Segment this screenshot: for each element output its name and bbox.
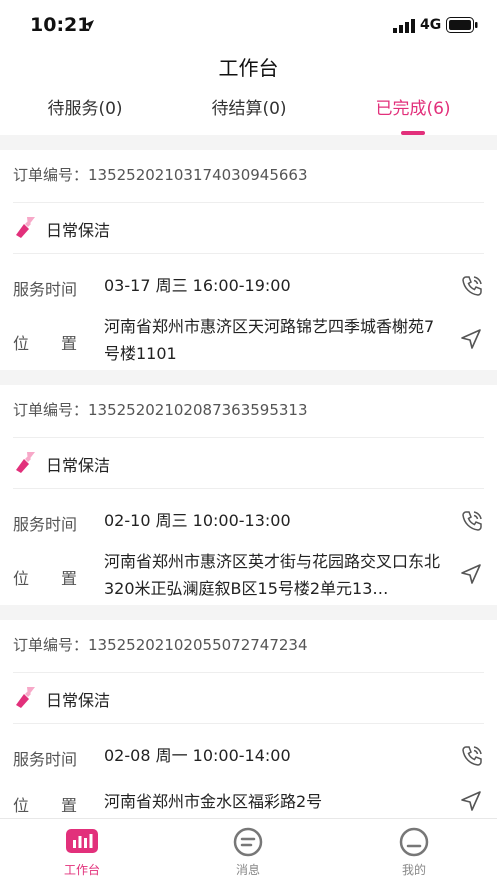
- battery-icon: [446, 17, 478, 33]
- service-row: 日常保洁: [0, 438, 497, 488]
- service-name: 日常保洁: [46, 691, 111, 710]
- service-name: 日常保洁: [46, 221, 111, 240]
- header: 工作台 待服务(0) 待结算(0) 已完成(6): [0, 50, 497, 135]
- nav-label: 消息: [235, 863, 260, 877]
- service-time-value: 02-08 周一 10:00-14:00: [104, 746, 291, 765]
- profile-icon: [399, 827, 429, 857]
- divider: [13, 488, 484, 489]
- message-icon: [233, 827, 263, 857]
- nav-label: 我的: [401, 863, 426, 877]
- nav-messages[interactable]: 消息: [188, 819, 308, 884]
- phone-icon[interactable]: [460, 274, 484, 298]
- service-row: 日常保洁: [0, 673, 497, 723]
- address-value: 河南省郑州市金水区福彩路2号: [104, 792, 323, 811]
- divider: [13, 253, 484, 254]
- network-type: 4G: [420, 17, 442, 33]
- broom-icon: [16, 687, 35, 708]
- broom-icon: [16, 452, 35, 473]
- order-number: 订单编号：13525202102087363595313: [13, 401, 308, 419]
- location-label: 位置: [13, 796, 110, 815]
- phone-icon[interactable]: [460, 744, 484, 768]
- bottom-nav: 工作台 消息 我的: [0, 818, 497, 884]
- navigate-icon[interactable]: [460, 563, 482, 585]
- status-time: 10:21: [30, 14, 91, 36]
- location-label: 位置: [13, 569, 110, 588]
- nav-profile[interactable]: 我的: [354, 819, 474, 884]
- location-arrow-icon: [84, 20, 94, 30]
- phone-icon[interactable]: [460, 509, 484, 533]
- address-value: 河南省郑州市惠济区英才街与花园路交叉口东北320米正弘澜庭叙B区15号楼2单元1…: [104, 552, 441, 598]
- broom-icon: [16, 217, 35, 238]
- nav-label: 工作台: [63, 863, 100, 877]
- location-label: 位置: [13, 334, 110, 353]
- divider: [13, 723, 484, 724]
- service-time-label: 服务时间: [13, 280, 78, 299]
- tab-pending-service[interactable]: 待服务(0): [10, 94, 160, 119]
- status-bar: 10:21 4G: [0, 0, 497, 50]
- order-number-row: 订单编号：13525202103174030945663: [0, 150, 497, 202]
- address-value: 河南省郑州市惠济区天河路锦艺四季城香榭苑7号楼1101: [104, 317, 435, 363]
- service-row: 日常保洁: [0, 203, 497, 253]
- order-number: 订单编号：13525202102055072747234: [13, 636, 308, 654]
- order-number-row: 订单编号：13525202102055072747234: [0, 620, 497, 672]
- service-time-label: 服务时间: [13, 750, 78, 769]
- service-time-value: 02-10 周三 10:00-13:00: [104, 511, 291, 530]
- order-card[interactable]: 订单编号：13525202103174030945663 日常保洁 服务时间 0…: [0, 150, 497, 370]
- tab-pending-settlement[interactable]: 待结算(0): [174, 94, 324, 119]
- navigate-icon[interactable]: [460, 790, 482, 812]
- service-time-label: 服务时间: [13, 515, 78, 534]
- order-number-row: 订单编号：13525202102087363595313: [0, 385, 497, 437]
- signal-icon: [393, 19, 415, 33]
- nav-workbench[interactable]: 工作台: [22, 819, 142, 884]
- page-title: 工作台: [218, 56, 279, 80]
- order-card[interactable]: 订单编号：13525202102055072747234 日常保洁 服务时间 0…: [0, 620, 497, 818]
- workbench-icon: [66, 829, 98, 853]
- order-card[interactable]: 订单编号：13525202102087363595313 日常保洁 服务时间 0…: [0, 385, 497, 605]
- service-name: 日常保洁: [46, 456, 111, 475]
- tab-completed[interactable]: 已完成(6): [338, 94, 488, 119]
- service-time-value: 03-17 周三 16:00-19:00: [104, 276, 291, 295]
- order-number: 订单编号：13525202103174030945663: [13, 166, 308, 184]
- active-tab-indicator: [401, 131, 425, 135]
- navigate-icon[interactable]: [460, 328, 482, 350]
